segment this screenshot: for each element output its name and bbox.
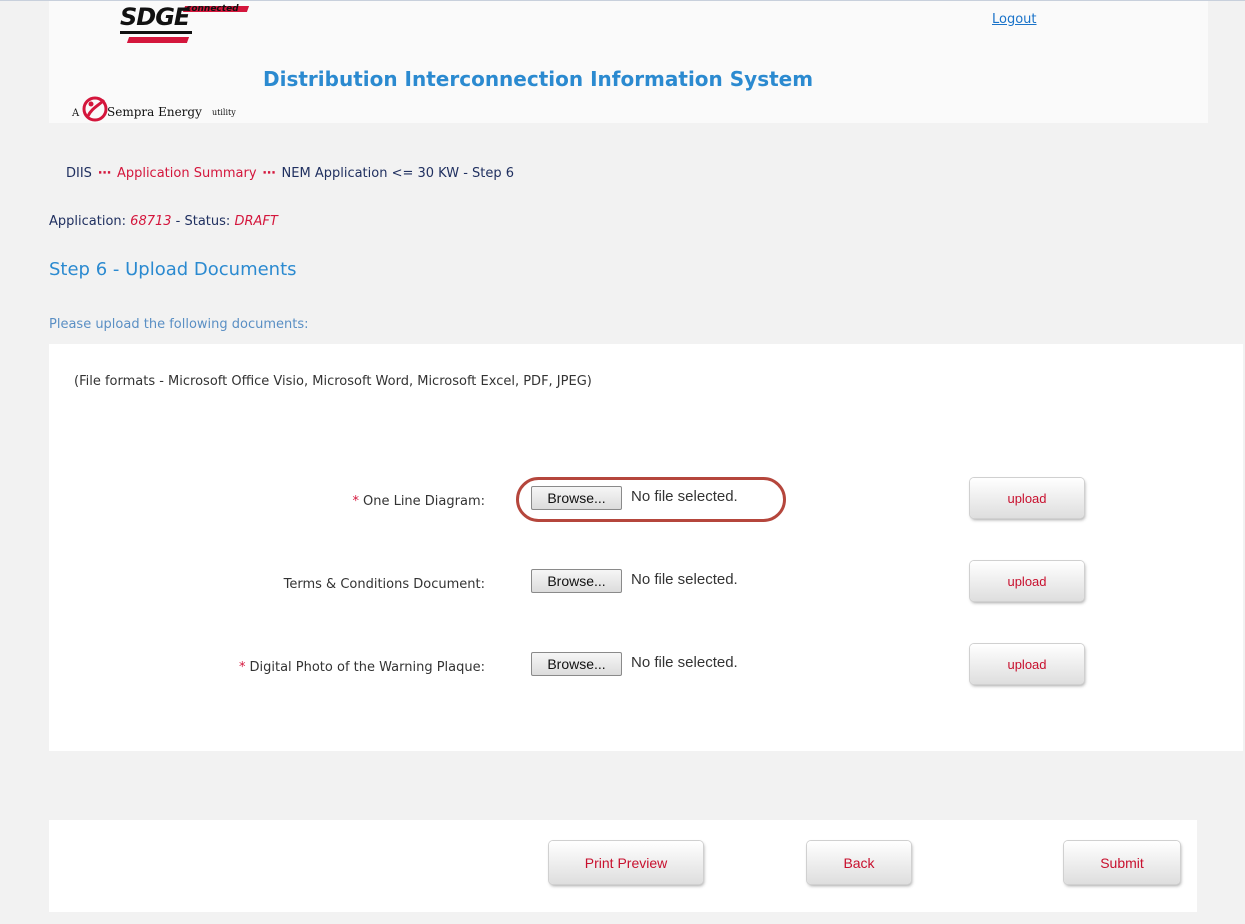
breadcrumb-current: NEM Application <= 30 KW - Step 6 bbox=[281, 166, 515, 181]
logo-tagline: connected bbox=[186, 4, 239, 14]
logo-underline bbox=[120, 31, 192, 34]
warning-plaque-photo-label: * Digital Photo of the Warning Plaque: bbox=[238, 660, 485, 675]
system-title: Distribution Interconnection Information… bbox=[263, 67, 814, 91]
one-line-diagram-browse-button[interactable]: Browse... bbox=[531, 486, 622, 510]
breadcrumb-home: DIIS bbox=[66, 166, 92, 181]
terms-conditions-upload-button[interactable]: upload bbox=[970, 561, 1084, 601]
warning-plaque-browse-button[interactable]: Browse... bbox=[531, 652, 622, 676]
status-label: - Status: bbox=[175, 214, 231, 229]
logo-parent-prefix: A bbox=[72, 108, 80, 119]
required-marker: * bbox=[238, 660, 246, 675]
terms-conditions-browse-button[interactable]: Browse... bbox=[531, 569, 622, 593]
sdge-logo: SDGE connected A Sempra Energy utility bbox=[58, 1, 258, 122]
upload-panel: (File formats - Microsoft Office Visio, … bbox=[49, 344, 1243, 751]
sempra-flame-icon bbox=[82, 96, 108, 122]
print-preview-button[interactable]: Print Preview bbox=[549, 841, 703, 884]
page-title: Step 6 - Upload Documents bbox=[49, 259, 297, 280]
back-button[interactable]: Back bbox=[807, 841, 911, 884]
one-line-diagram-label: * One Line Diagram: bbox=[352, 494, 485, 509]
application-status-line: Application: 68713 - Status: DRAFT bbox=[49, 214, 278, 229]
warning-plaque-upload-button[interactable]: upload bbox=[970, 644, 1084, 684]
page-header: SDGE connected A Sempra Energy utility D… bbox=[49, 1, 1208, 123]
instructions-text: Please upload the following documents: bbox=[49, 317, 309, 332]
logout-link[interactable]: Logout bbox=[992, 12, 1037, 27]
action-bar: Print Preview Back Submit bbox=[49, 820, 1197, 912]
required-marker: * bbox=[352, 494, 359, 509]
logo-brand: SDGE bbox=[120, 3, 190, 31]
application-number: 68713 bbox=[130, 214, 172, 229]
status-badge: DRAFT bbox=[234, 214, 278, 229]
submit-button[interactable]: Submit bbox=[1064, 841, 1180, 884]
logo-parent: Sempra Energy bbox=[107, 105, 202, 119]
terms-conditions-label: Terms & Conditions Document: bbox=[283, 577, 485, 592]
terms-conditions-file-status: No file selected. bbox=[631, 571, 738, 588]
file-formats-note: (File formats - Microsoft Office Visio, … bbox=[74, 374, 592, 389]
one-line-diagram-upload-button[interactable]: upload bbox=[970, 478, 1084, 518]
one-line-diagram-file-status: No file selected. bbox=[631, 488, 738, 505]
breadcrumb-separator-icon: ⋯ bbox=[97, 166, 111, 181]
logo-red-stripe-lower bbox=[126, 37, 190, 43]
breadcrumb: DIIS ⋯ Application Summary ⋯ NEM Application… bbox=[66, 166, 514, 181]
breadcrumb-application-summary[interactable]: Application Summary bbox=[117, 166, 257, 181]
warning-plaque-file-status: No file selected. bbox=[631, 654, 738, 671]
breadcrumb-separator-icon: ⋯ bbox=[262, 166, 276, 181]
application-label: Application: bbox=[49, 214, 127, 229]
logo-parent-suffix: utility bbox=[212, 108, 236, 117]
